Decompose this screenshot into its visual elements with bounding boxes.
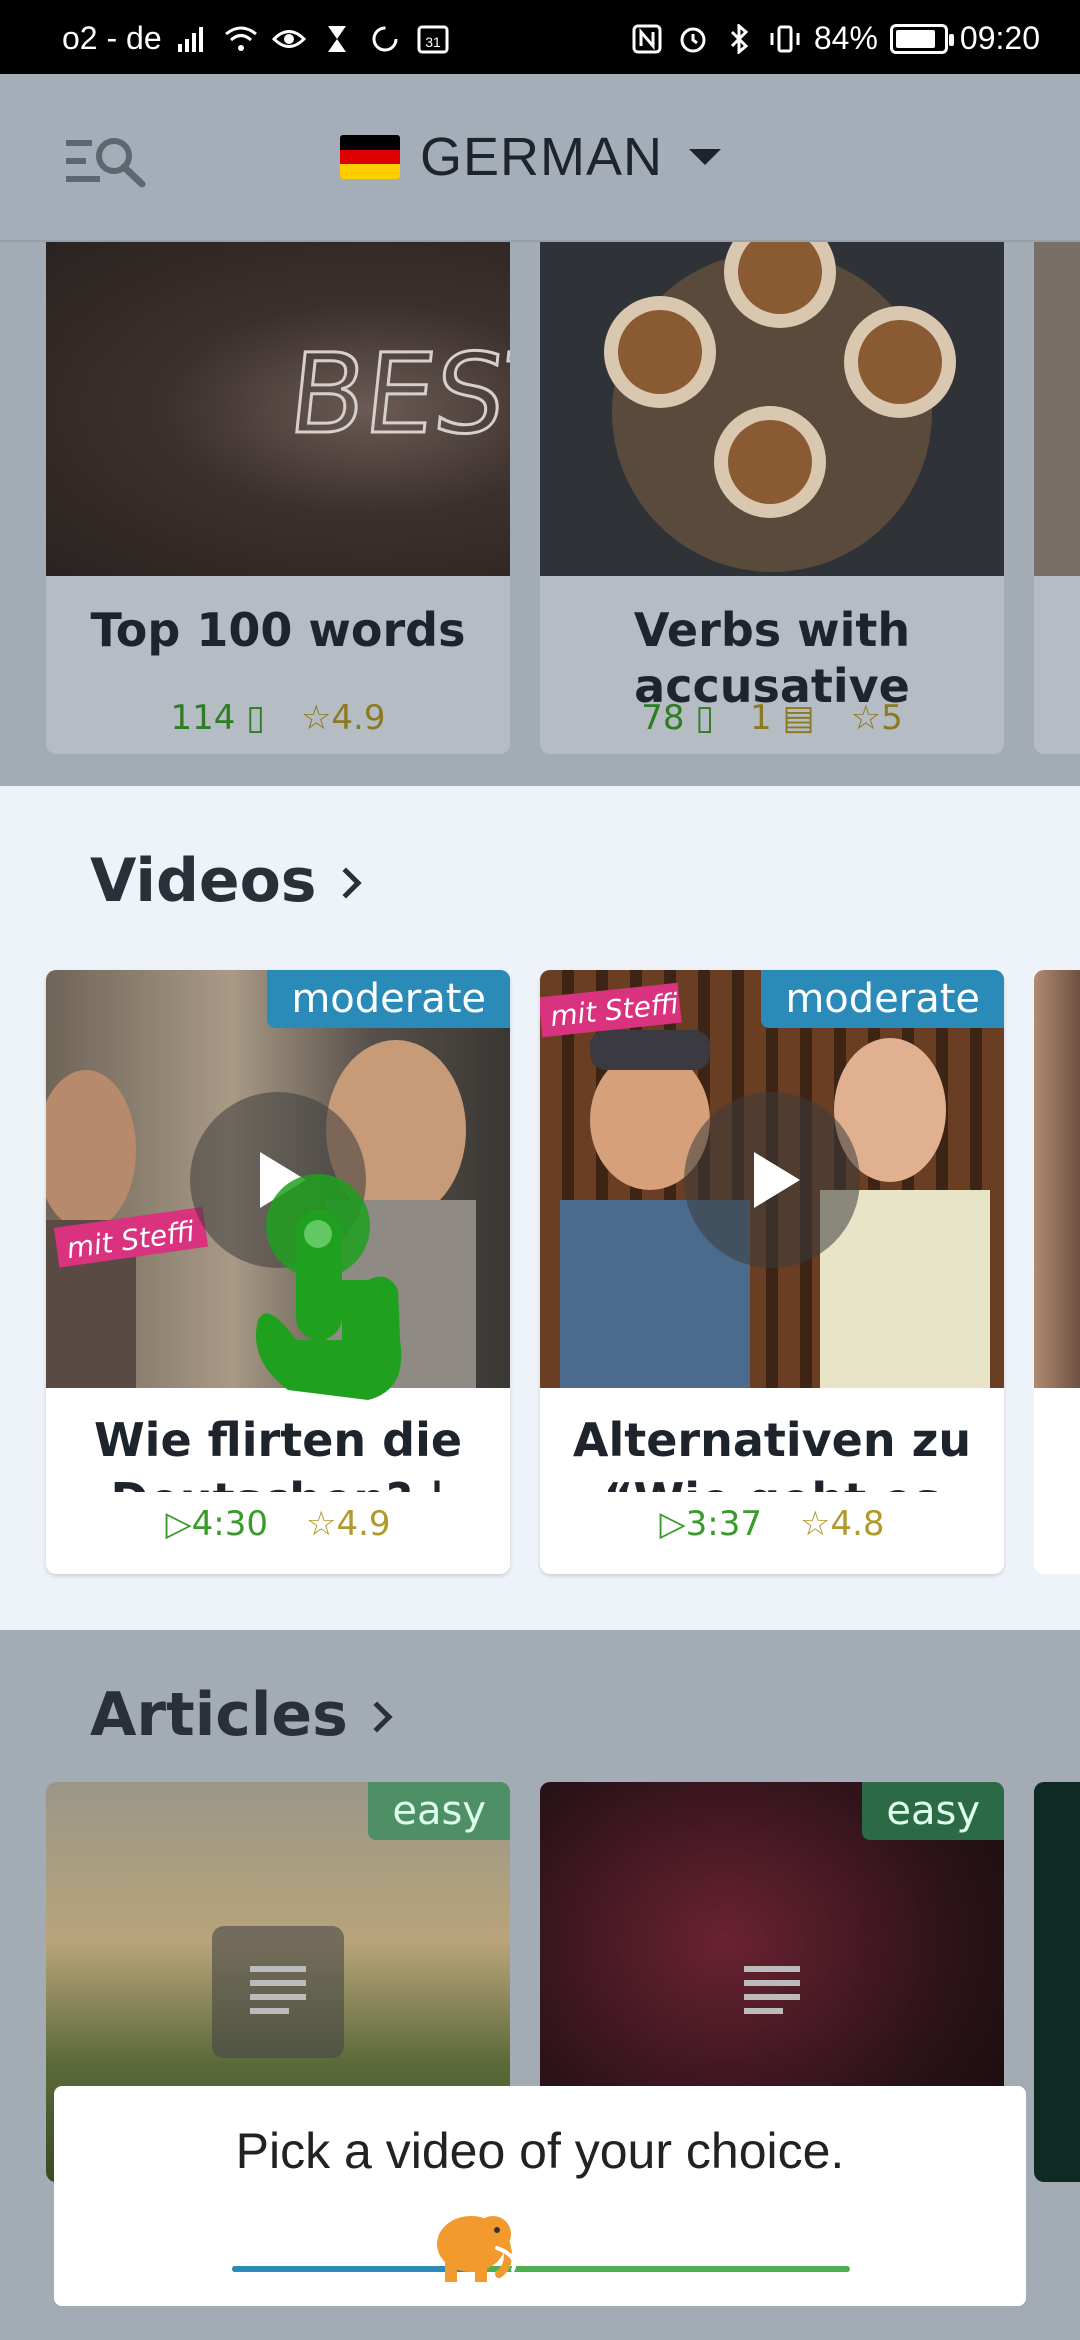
rating: ☆4.9 xyxy=(300,698,386,738)
search-menu-icon[interactable] xyxy=(66,134,152,190)
svg-text:BEST: BEST xyxy=(283,331,510,459)
video-card[interactable]: mit Steffi moderate Alternativen zu “Wie… xyxy=(540,970,1004,1574)
video-thumbnail: mit Steffi moderate xyxy=(540,970,1004,1388)
onboarding-progress xyxy=(232,2266,850,2272)
video-duration: ▷4:30 xyxy=(165,1504,268,1544)
rating: ☆5 xyxy=(850,698,903,738)
battery-percent: 84% xyxy=(813,20,878,56)
app-header: GERMAN xyxy=(0,74,1080,242)
level-badge: easy xyxy=(368,1782,510,1840)
chevron-right-icon xyxy=(329,867,362,899)
courses-section: BEST Top 100 words 114 ▯ ☆4.9 Verbs with… xyxy=(0,242,1080,786)
article-icon xyxy=(212,1926,344,2058)
rating: ☆4.8 xyxy=(799,1504,885,1544)
video-meta: ▷4:30 ☆4.9 xyxy=(46,1504,510,1544)
course-card[interactable]: BEST Top 100 words 114 ▯ ☆4.9 xyxy=(46,242,510,754)
mammoth-mascot-icon xyxy=(427,2204,523,2284)
video-duration: ▷3:37 xyxy=(659,1504,762,1544)
play-button[interactable] xyxy=(684,1092,860,1268)
instruction-text: Pick a video of your choice. xyxy=(235,2123,845,2179)
loading-circle-icon xyxy=(368,24,402,54)
dropdown-caret-icon xyxy=(689,149,722,165)
alarm-icon xyxy=(676,24,710,54)
video-title: Wie flirten die Deutschen? | xyxy=(93,1413,463,1492)
course-card-peek[interactable] xyxy=(1034,242,1080,754)
language-label: GERMAN xyxy=(420,127,664,187)
level-badge: moderate xyxy=(267,970,510,1028)
word-count: 78 ▯ xyxy=(641,698,715,738)
battery-icon xyxy=(889,23,954,54)
level-badge: moderate xyxy=(761,970,1004,1028)
course-card[interactable]: Verbs with accusative 78 ▯ 1 ▤ ☆5 xyxy=(540,242,1004,754)
bluetooth-icon xyxy=(722,22,756,55)
rating: ☆4.9 xyxy=(305,1504,391,1544)
article-card-peek[interactable] xyxy=(1034,1782,1080,2182)
clock: 09:20 xyxy=(959,20,1040,56)
play-icon xyxy=(754,1152,800,1208)
carrier-label: o2 - de xyxy=(62,20,162,56)
tap-hand-icon xyxy=(248,1170,408,1410)
video-card-peek[interactable] xyxy=(1034,970,1080,1574)
nfc-icon xyxy=(630,24,664,54)
wifi-icon xyxy=(224,24,258,54)
course-image: BEST xyxy=(46,242,510,576)
level-badge: easy xyxy=(862,1782,1004,1840)
course-image xyxy=(540,242,1004,576)
test-count: 1 ▤ xyxy=(750,698,815,738)
eye-icon xyxy=(271,24,306,54)
status-bar: o2 - de 31 84% 09:20 xyxy=(0,0,1080,74)
instruction-card: Pick a video of your choice. xyxy=(54,2086,1026,2306)
articles-heading[interactable]: Articles xyxy=(90,1680,393,1750)
videos-heading[interactable]: Videos xyxy=(90,846,362,916)
word-count: 114 ▯ xyxy=(170,698,265,738)
videos-section: Videos mit Steffi moderate Wie flirten d… xyxy=(0,786,1080,1630)
course-meta: 78 ▯ 1 ▤ ☆5 xyxy=(540,698,1004,738)
language-selector[interactable]: GERMAN xyxy=(340,126,722,188)
svg-text:31: 31 xyxy=(425,34,441,50)
calendar-icon: 31 xyxy=(416,24,450,54)
hourglass-icon xyxy=(320,24,354,54)
chevron-right-icon xyxy=(361,1701,393,1733)
vibrate-icon xyxy=(768,24,802,54)
video-title: Alternativen zu “Wie geht es xyxy=(572,1413,972,1492)
video-meta: ▷3:37 ☆4.8 xyxy=(540,1504,1004,1544)
course-meta: 114 ▯ ☆4.9 xyxy=(46,698,510,738)
svg-text:mit Steffi: mit Steffi xyxy=(549,987,681,1033)
german-flag-icon xyxy=(340,135,400,179)
signal-icon xyxy=(176,24,210,54)
course-title: Top 100 words xyxy=(90,603,466,657)
article-icon xyxy=(706,1926,838,2058)
